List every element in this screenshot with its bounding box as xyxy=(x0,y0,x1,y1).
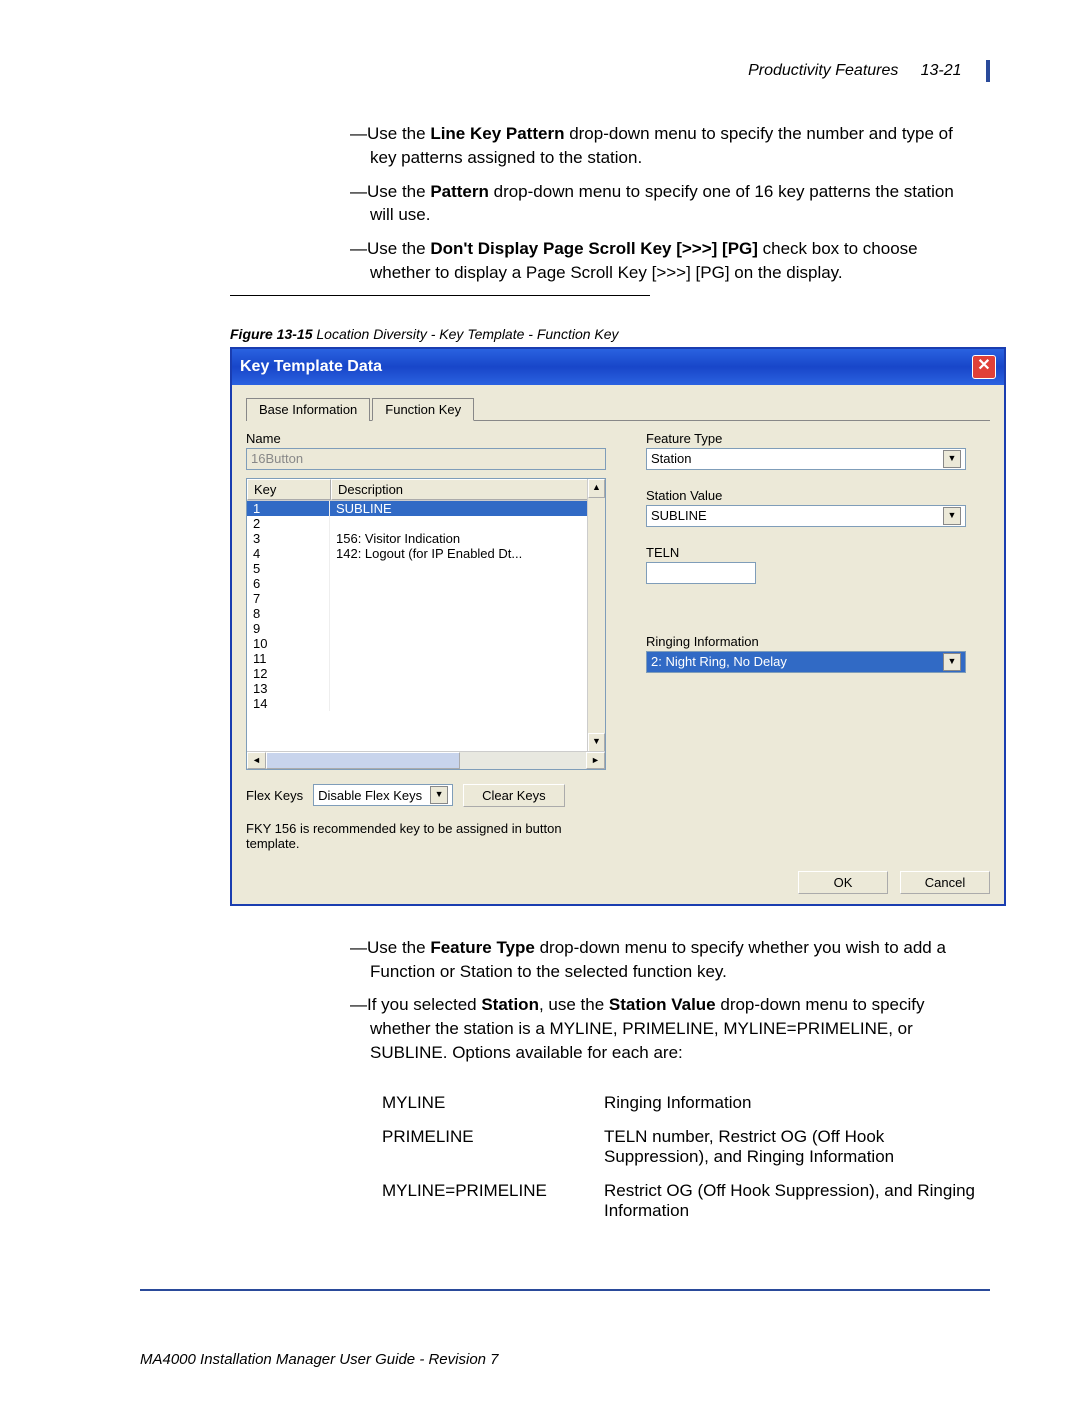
bullet-item: —Use the Don't Display Page Scroll Key [… xyxy=(350,237,970,285)
ok-button[interactable]: OK xyxy=(798,871,888,894)
ringing-dropdown[interactable]: 2: Night Ring, No Delay ▼ xyxy=(646,651,966,673)
table-row[interactable]: 10 xyxy=(247,636,605,651)
scroll-down-icon[interactable]: ▼ xyxy=(588,733,605,752)
key-template-dialog: Key Template Data ✕ Base Information Fun… xyxy=(230,347,1006,906)
cancel-button[interactable]: Cancel xyxy=(900,871,990,894)
table-row[interactable]: 11 xyxy=(247,651,605,666)
scroll-right-icon[interactable]: ► xyxy=(586,752,605,769)
feature-type-dropdown[interactable]: Station ▼ xyxy=(646,448,966,470)
chevron-down-icon: ▼ xyxy=(943,507,961,525)
ringing-label: Ringing Information xyxy=(646,634,966,649)
station-value-label: Station Value xyxy=(646,488,966,503)
vertical-scrollbar[interactable]: ▲ ▼ xyxy=(587,479,605,752)
close-icon[interactable]: ✕ xyxy=(972,355,996,379)
section-title: Productivity Features xyxy=(748,62,898,79)
teln-label: TELN xyxy=(646,545,966,560)
table-row[interactable]: 5 xyxy=(247,561,605,576)
table-row[interactable]: 7 xyxy=(247,591,605,606)
scroll-left-icon[interactable]: ◄ xyxy=(247,752,266,769)
tab-function-key[interactable]: Function Key xyxy=(372,398,474,421)
dialog-titlebar[interactable]: Key Template Data ✕ xyxy=(232,349,1004,385)
dialog-title: Key Template Data xyxy=(240,358,382,376)
col-header-key[interactable]: Key xyxy=(247,479,331,500)
option-row: PRIMELINETELN number, Restrict OG (Off H… xyxy=(372,1121,988,1173)
page-number: 13-21 xyxy=(921,62,962,79)
feature-type-label: Feature Type xyxy=(646,431,966,446)
table-row[interactable]: 13 xyxy=(247,681,605,696)
options-table: MYLINERinging InformationPRIMELINETELN n… xyxy=(370,1085,990,1229)
bullet-item: —If you selected Station, use the Statio… xyxy=(350,993,970,1064)
table-row[interactable]: 2 xyxy=(247,516,605,531)
name-field: 16Button xyxy=(246,448,606,470)
table-row[interactable]: 6 xyxy=(247,576,605,591)
page-header: Productivity Features 13-21 xyxy=(90,60,990,82)
footer-text: MA4000 Installation Manager User Guide -… xyxy=(140,1351,990,1368)
bullet-item: —Use the Pattern drop-down menu to speci… xyxy=(350,180,970,228)
table-row[interactable]: 12 xyxy=(247,666,605,681)
bullet-item: —Use the Line Key Pattern drop-down menu… xyxy=(350,122,970,170)
name-label: Name xyxy=(246,431,606,446)
option-row: MYLINE=PRIMELINERestrict OG (Off Hook Su… xyxy=(372,1175,988,1227)
key-listbox[interactable]: Key Description 1SUBLINE23156: Visitor I… xyxy=(246,478,606,770)
tab-base-information[interactable]: Base Information xyxy=(246,398,370,421)
bottom-bullets: —Use the Feature Type drop-down menu to … xyxy=(350,936,970,1065)
table-row[interactable]: 8 xyxy=(247,606,605,621)
scroll-up-icon[interactable]: ▲ xyxy=(588,479,605,498)
chevron-down-icon: ▼ xyxy=(430,786,448,804)
option-row: MYLINERinging Information xyxy=(372,1087,988,1119)
horizontal-scrollbar[interactable]: ◄ ► xyxy=(247,751,605,769)
top-bullets: —Use the Line Key Pattern drop-down menu… xyxy=(350,122,970,285)
chevron-down-icon: ▼ xyxy=(943,450,961,468)
tab-row: Base Information Function Key xyxy=(246,397,990,421)
header-bar xyxy=(986,60,990,82)
flexkeys-label: Flex Keys xyxy=(246,788,303,803)
col-header-description[interactable]: Description xyxy=(331,479,605,500)
table-row[interactable]: 14 xyxy=(247,696,605,711)
station-value-dropdown[interactable]: SUBLINE ▼ xyxy=(646,505,966,527)
table-row[interactable]: 9 xyxy=(247,621,605,636)
figure-caption: Figure 13-15 Location Diversity - Key Te… xyxy=(230,326,990,342)
chevron-down-icon: ▼ xyxy=(943,653,961,671)
table-row[interactable]: 4142: Logout (for IP Enabled Dt... xyxy=(247,546,605,561)
teln-field[interactable] xyxy=(646,562,756,584)
table-row[interactable]: 3156: Visitor Indication xyxy=(247,531,605,546)
clearkeys-button[interactable]: Clear Keys xyxy=(463,784,565,807)
note-text: FKY 156 is recommended key to be assigne… xyxy=(246,821,606,851)
table-row[interactable]: 1SUBLINE xyxy=(247,501,605,516)
figure-rule xyxy=(230,295,650,296)
flexkeys-dropdown[interactable]: Disable Flex Keys ▼ xyxy=(313,784,453,806)
bullet-item: —Use the Feature Type drop-down menu to … xyxy=(350,936,970,984)
scroll-thumb[interactable] xyxy=(266,752,460,769)
footer-rule xyxy=(140,1289,990,1291)
